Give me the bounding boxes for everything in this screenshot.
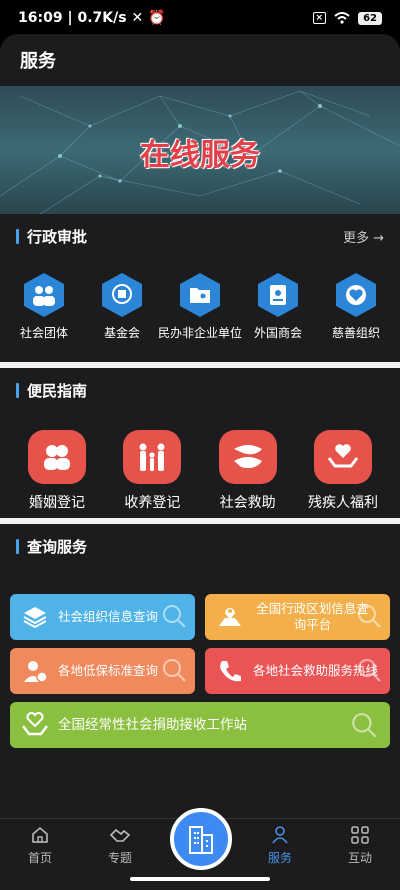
battery-indicator: 62 — [358, 11, 382, 25]
guide-title: 便民指南 — [27, 381, 88, 400]
status-time: 16:09 — [18, 10, 63, 26]
status-left: 16:09 | 0.7K/s ✕ ⏰ — [18, 10, 166, 26]
map-pin-icon — [215, 602, 245, 632]
screen-icon: × — [312, 12, 327, 24]
admin-title: 行政审批 — [27, 227, 88, 246]
query-card-min-living[interactable]: 各地低保标准查询 — [10, 648, 195, 694]
query-header: 查询服务 — [0, 524, 400, 568]
fund-icon — [102, 273, 142, 317]
banner[interactable]: 在线服务 — [0, 86, 400, 214]
grid-icon — [351, 826, 369, 844]
query-card-org-info[interactable]: 社会组织信息查询 — [10, 594, 195, 640]
layers-icon — [20, 602, 50, 632]
wifi-icon — [334, 12, 350, 24]
people-icon — [24, 273, 64, 317]
tab-interact[interactable]: 互动 — [330, 825, 390, 866]
admin-item-foundation[interactable]: 基金会 — [84, 272, 160, 341]
admin-item-charity[interactable]: 慈善组织 — [318, 272, 394, 341]
admin-section: 行政审批 更多 → 社会团体 基金会 民办非企业单位 外国商会 慈善组织 — [0, 214, 400, 362]
couple-icon — [28, 430, 86, 484]
home-icon — [32, 826, 48, 843]
admin-item-private-nonenterprise[interactable]: 民办非企业单位 — [158, 272, 242, 341]
search-icon — [163, 659, 186, 682]
page-title: 服务 — [20, 51, 56, 72]
search-icon — [163, 605, 186, 628]
guide-item-social-relief[interactable]: 社会救助 — [205, 430, 291, 512]
home-indicator — [130, 877, 270, 881]
search-icon — [358, 605, 381, 628]
family-icon — [123, 430, 182, 484]
search-icon — [352, 713, 377, 738]
main-sheet: 服务 在线服务 行政审批 更多 → 社会团体 基金会 民办非企业单位 外国商会 … — [0, 34, 400, 889]
more-link[interactable]: 更多 → — [343, 227, 384, 246]
tab-topics[interactable]: 专题 — [90, 825, 150, 866]
phone-icon — [215, 656, 245, 686]
guide-item-marriage[interactable]: 婚姻登记 — [14, 430, 100, 512]
query-card-donation-station[interactable]: 全国经常性社会捐助接收工作站 — [10, 702, 390, 748]
heart-icon — [336, 273, 376, 317]
tab-home[interactable]: 首页 — [10, 825, 70, 866]
network-speed: 0.7K/s — [77, 10, 127, 26]
banner-title: 在线服务 — [140, 138, 260, 173]
query-card-admin-division[interactable]: 全国行政区划信息查询平台 — [205, 594, 390, 640]
search-icon — [358, 659, 381, 682]
guide-section: 便民指南 婚姻登记 收养登记 社会救助 残疾人福利 — [0, 368, 400, 518]
hands-icon — [218, 430, 277, 484]
guide-header: 便民指南 — [0, 368, 400, 412]
admin-header: 行政审批 更多 → — [0, 214, 400, 258]
center-fab-button[interactable] — [170, 808, 232, 870]
admin-grid: 社会团体 基金会 民办非企业单位 外国商会 慈善组织 — [0, 272, 400, 341]
admin-item-foreign-chamber[interactable]: 外国商会 — [240, 272, 316, 341]
guide-item-disability-welfare[interactable]: 残疾人福利 — [300, 430, 386, 512]
folder-user-icon — [180, 273, 220, 317]
building-icon — [189, 826, 213, 854]
handshake-icon — [109, 828, 131, 842]
status-bar: 16:09 | 0.7K/s ✕ ⏰ × 62 — [0, 0, 400, 36]
alarm-icon: ⏰ — [148, 10, 166, 26]
query-card-relief-hotline[interactable]: 各地社会救助服务热线 — [205, 648, 390, 694]
guide-item-adoption[interactable]: 收养登记 — [109, 430, 195, 512]
status-right: × 62 — [312, 11, 382, 25]
query-title: 查询服务 — [27, 537, 88, 556]
passport-icon — [258, 273, 298, 317]
care-heart-icon — [313, 430, 372, 484]
tab-services[interactable]: 服务 — [250, 825, 310, 866]
arrow-right-icon: → — [373, 230, 384, 246]
guide-grid: 婚姻登记 收养登记 社会救助 残疾人福利 — [0, 430, 400, 512]
user-coin-icon — [20, 656, 50, 686]
heart-hand-icon — [20, 710, 50, 740]
mute-icon: ✕ — [131, 10, 144, 26]
person-icon — [272, 826, 288, 844]
admin-item-social-group[interactable]: 社会团体 — [6, 272, 82, 341]
query-section: 查询服务 社会组织信息查询 全国行政区划信息查询平台 各地低保标准查询 各地社会… — [0, 524, 400, 804]
